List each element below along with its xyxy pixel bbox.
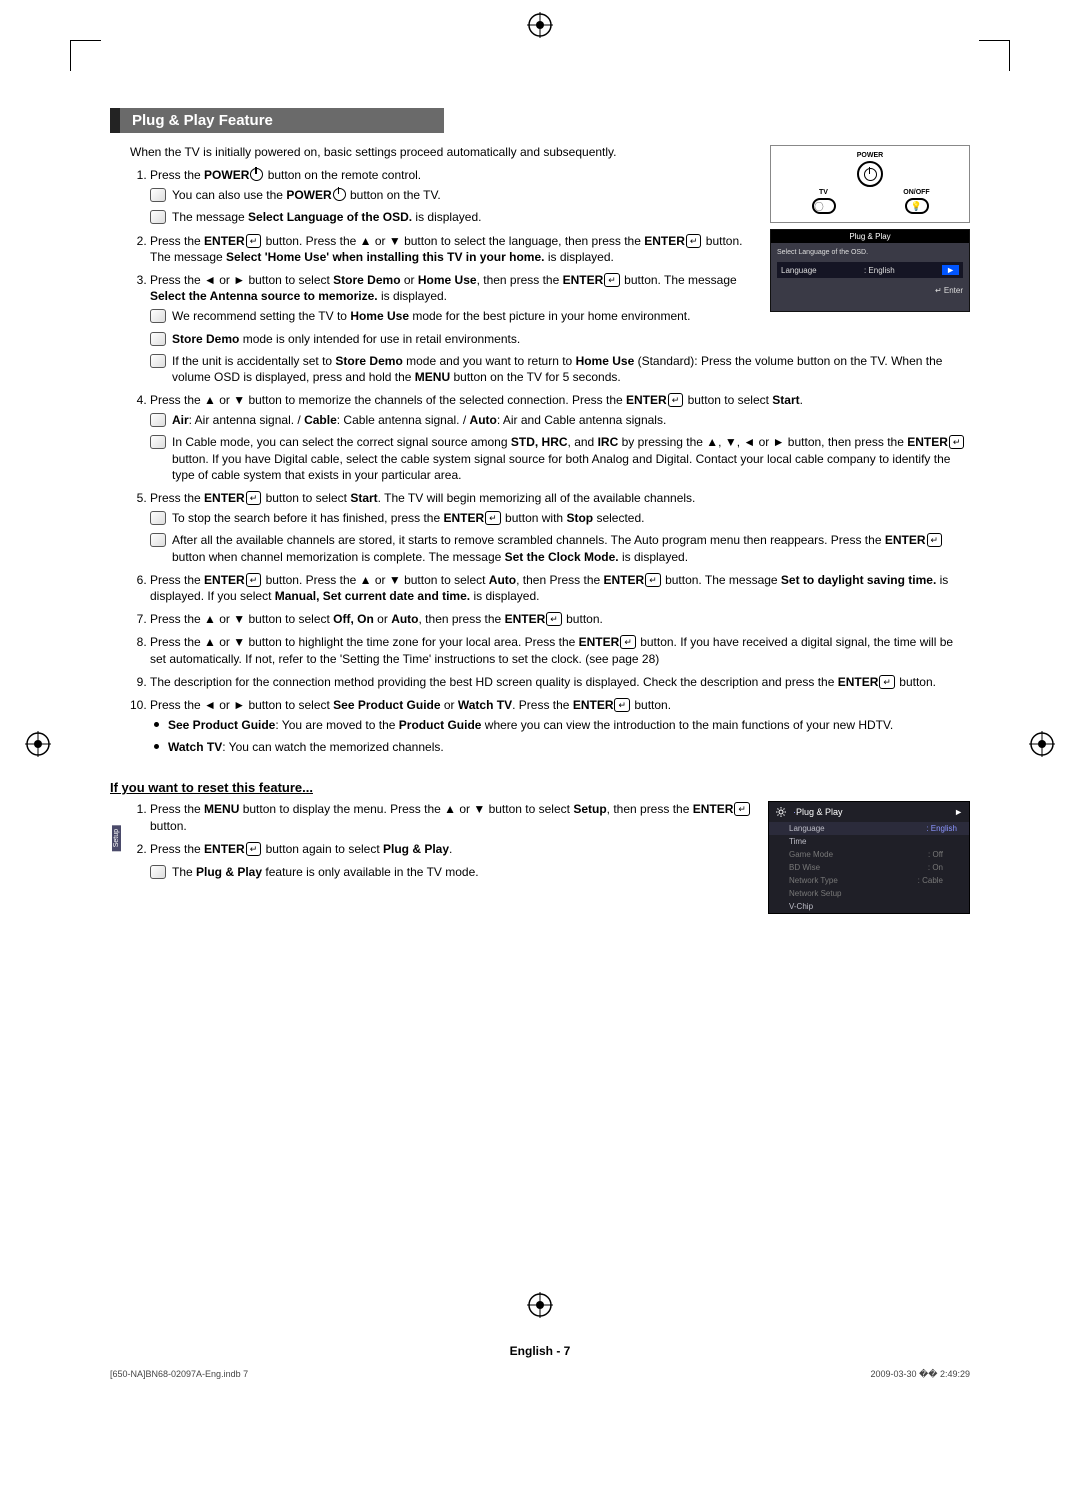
- osd-row-key: Language: [781, 266, 817, 275]
- setup-menu-row: Time: [769, 835, 969, 848]
- note: We recommend setting the TV to Home Use …: [150, 308, 970, 324]
- power-button-icon: [857, 161, 883, 187]
- note: You can also use the POWER button on the…: [150, 187, 970, 203]
- enter-icon: ↵: [668, 393, 684, 407]
- setup-menu-row: Network Setup: [769, 887, 969, 900]
- enter-icon: ↵: [246, 234, 262, 248]
- enter-icon: ↵: [604, 273, 620, 287]
- setup-side-label: Setup: [112, 825, 121, 851]
- enter-icon: ↵: [246, 842, 262, 856]
- setup-menu-row: Game Mode: Off: [769, 848, 969, 861]
- enter-icon: ↵: [879, 675, 895, 689]
- step-9: The description for the connection metho…: [150, 674, 970, 690]
- step-5: Press the ENTER↵ button to select Start.…: [150, 490, 970, 565]
- note: After all the available channels are sto…: [150, 532, 970, 564]
- step-7: Press the ▲ or ▼ button to select Off, O…: [150, 611, 970, 627]
- step-4: Press the ▲ or ▼ button to memorize the …: [150, 392, 970, 483]
- crop-mark: [70, 40, 101, 71]
- enter-icon: ↵: [927, 533, 943, 547]
- power-icon: [250, 168, 263, 181]
- crop-mark: [979, 40, 1010, 71]
- note: Air: Air antenna signal. / Cable: Cable …: [150, 412, 970, 428]
- gear-icon: [775, 806, 787, 818]
- section-heading: Plug & Play Feature: [110, 108, 444, 133]
- step-10: Press the ◄ or ► button to select See Pr…: [150, 697, 970, 756]
- enter-icon: ↵: [949, 435, 965, 449]
- osd-title: Plug & Play: [771, 230, 969, 243]
- setup-menu-row: Language: English: [769, 822, 969, 835]
- registration-mark-top: [527, 12, 553, 38]
- reset-heading: If you want to reset this feature...: [110, 780, 970, 795]
- power-label: POWER: [777, 152, 963, 159]
- setup-menu-row: V-Chip: [769, 900, 969, 913]
- step-8: Press the ▲ or ▼ button to highlight the…: [150, 634, 970, 666]
- osd-footer: ↵ Enter: [777, 286, 963, 295]
- enter-icon: ↵: [645, 573, 661, 587]
- enter-icon: ↵: [620, 635, 636, 649]
- print-metadata: [650-NA]BN68-02097A-Eng.indb 7 2009-03-3…: [110, 1369, 970, 1380]
- enter-icon: ↵: [546, 612, 562, 626]
- setup-header: Plug & Play: [796, 807, 843, 817]
- osd-subtitle: Select Language of the OSD.: [777, 249, 963, 256]
- osd-plug-play-figure: Plug & Play Select Language of the OSD. …: [770, 229, 970, 312]
- arrow-right-icon: ►: [954, 807, 963, 817]
- osd-row-val: : English: [864, 266, 895, 275]
- print-file: [650-NA]BN68-02097A-Eng.indb 7: [110, 1369, 248, 1380]
- registration-mark-bottom: [527, 1292, 553, 1318]
- enter-icon: ↵: [686, 234, 702, 248]
- enter-icon: ↵: [734, 802, 750, 816]
- note: Store Demo mode is only intended for use…: [150, 331, 970, 347]
- bullet: See Product Guide: You are moved to the …: [150, 717, 970, 733]
- registration-mark-left: [25, 731, 51, 757]
- osd-row: Language : English ►: [777, 262, 963, 278]
- enter-icon: ↵: [485, 511, 501, 525]
- bullet: Watch TV: You can watch the memorized ch…: [150, 739, 970, 755]
- registration-mark-right: [1029, 731, 1055, 757]
- enter-icon: ↵: [246, 573, 262, 587]
- note: The message Select Language of the OSD. …: [150, 209, 970, 225]
- step-6: Press the ENTER↵ button. Press the ▲ or …: [150, 572, 970, 604]
- note: The Plug & Play feature is only availabl…: [150, 864, 970, 880]
- enter-icon: ↵: [614, 698, 630, 712]
- note: If the unit is accidentally set to Store…: [150, 353, 970, 385]
- note: To stop the search before it has finishe…: [150, 510, 970, 526]
- note: In Cable mode, you can select the correc…: [150, 434, 970, 483]
- arrow-right-icon: ►: [942, 265, 959, 275]
- power-icon: [333, 188, 346, 201]
- print-timestamp: 2009-03-30 �� 2:49:29: [870, 1369, 970, 1380]
- enter-icon: ↵: [246, 491, 262, 505]
- page-footer: English - 7: [0, 1344, 1080, 1358]
- setup-menu-figure: Setup · Plug & Play► Language: EnglishTi…: [768, 801, 970, 914]
